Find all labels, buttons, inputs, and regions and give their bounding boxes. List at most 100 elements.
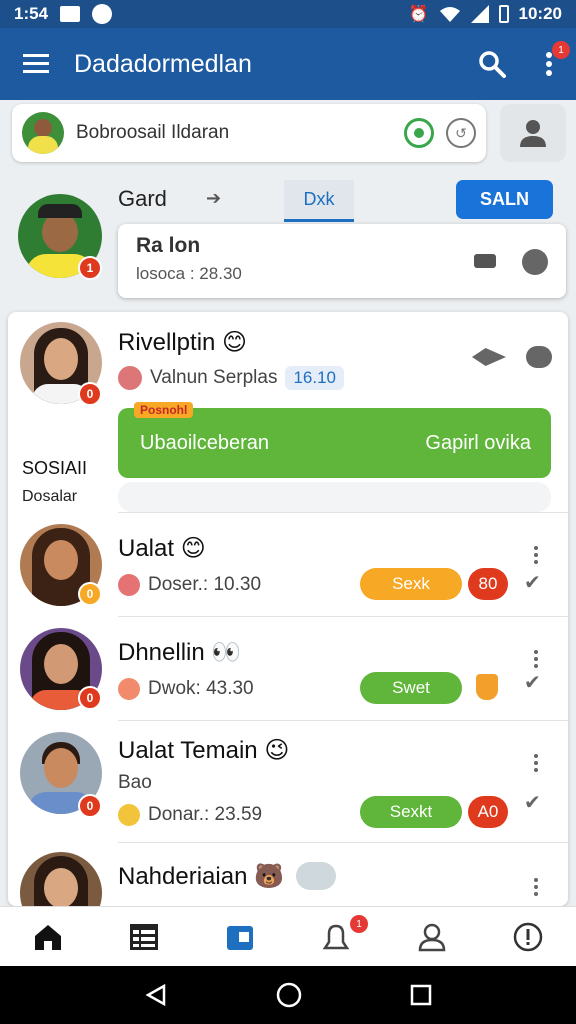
- menu-button[interactable]: [0, 28, 74, 100]
- pill-text: Sexkt: [389, 802, 433, 821]
- search-button[interactable]: [462, 28, 522, 100]
- list-item-name[interactable]: Rivellptin 😊: [118, 328, 247, 357]
- list-item-subtitle: Dwok: 43.30: [118, 678, 254, 700]
- nav-home[interactable]: [0, 907, 96, 966]
- reply-input[interactable]: [118, 482, 551, 512]
- check-icon: ✔: [524, 792, 541, 814]
- recents-icon[interactable]: [410, 984, 432, 1006]
- item-more-button[interactable]: [526, 546, 546, 564]
- summary-card[interactable]: Ra lon losoca : 28.30: [118, 224, 566, 298]
- summary-subtitle: losoca : 28.30: [136, 264, 242, 283]
- system-navigation-bar: [0, 966, 576, 1024]
- banner-right-text: Gapirl ovika: [425, 432, 531, 454]
- status-time-right: 10:20: [518, 4, 562, 23]
- save-button[interactable]: SALN: [456, 180, 553, 219]
- nav-notifications[interactable]: 1: [288, 907, 384, 966]
- side-subtitle: Dosalar: [22, 488, 78, 505]
- avatar-badge: 0: [78, 582, 102, 606]
- avatar-badge: 0: [78, 686, 102, 710]
- list-item-subtitle: Doser.: 10.30: [118, 574, 261, 596]
- list-item-name[interactable]: Ualat 😊: [118, 534, 206, 563]
- location-icon: [118, 366, 142, 390]
- trophy-icon: [476, 674, 498, 700]
- list-item-subtitle: Valnun Serplas 16.10: [118, 366, 344, 390]
- compass-icon[interactable]: [522, 249, 548, 275]
- avatar-badge: 1: [78, 256, 102, 280]
- info-icon: [513, 922, 543, 951]
- nav-info[interactable]: [480, 907, 576, 966]
- profile-search-bar[interactable]: Bobroosail Ildaran ↺: [12, 104, 486, 162]
- item-name-text: Nahderiaian: [118, 863, 248, 890]
- notification-badge: 1: [552, 41, 570, 59]
- divider: [118, 720, 568, 721]
- status-pill[interactable]: Swet: [360, 672, 462, 704]
- status-pill[interactable]: Sexkt: [360, 796, 462, 828]
- more-vert-icon: [546, 52, 552, 76]
- bear-emoji-icon: 🐻: [254, 863, 284, 890]
- divider: [118, 842, 568, 843]
- subtitle-text: Donar.: 23.59: [148, 804, 263, 825]
- item-more-button[interactable]: [526, 754, 546, 772]
- table-icon: [130, 923, 158, 950]
- avatar: [20, 852, 102, 906]
- card-name: Gard: [118, 186, 167, 211]
- notifications-badge: 1: [350, 915, 368, 933]
- signal-icon: [470, 5, 489, 23]
- item-name-text: Rivellptin: [118, 329, 216, 356]
- chevron-right-icon[interactable]: ➔: [206, 188, 221, 209]
- account-button[interactable]: [500, 104, 566, 162]
- nav-wallet[interactable]: [192, 907, 288, 966]
- chat-icon[interactable]: [526, 346, 552, 368]
- nav-profile[interactable]: [384, 907, 480, 966]
- smile-emoji-icon: 😊: [180, 535, 206, 562]
- home-circle-icon[interactable]: [276, 982, 302, 1008]
- overflow-menu-button[interactable]: 1: [522, 28, 576, 100]
- check-icon: ✔: [524, 572, 541, 594]
- list-item-name[interactable]: Dhnellin 👀: [118, 638, 241, 667]
- divider: [118, 616, 568, 617]
- back-icon[interactable]: [144, 983, 168, 1007]
- pill-text: Swet: [392, 678, 430, 697]
- banner-left-text: Ubaoilceberan: [140, 432, 269, 454]
- star-icon[interactable]: [472, 348, 506, 366]
- list-item-name[interactable]: Ualat Temain 😉: [118, 736, 289, 765]
- status-ok-icon[interactable]: [404, 118, 434, 148]
- person-outline-icon: [418, 923, 446, 951]
- subtitle-text: Doser.: 10.30: [148, 574, 262, 595]
- list-item-subtitle: Donar.: 23.59: [118, 804, 262, 826]
- item-more-button[interactable]: [526, 878, 546, 896]
- count-badge: 80: [468, 568, 508, 600]
- nav-list[interactable]: [96, 907, 192, 966]
- item-name-text: Ualat Temain: [118, 737, 258, 764]
- status-time-left: 1:54: [14, 4, 49, 23]
- app-bar: Dadadormedlan 1: [0, 28, 576, 100]
- play-icon[interactable]: [296, 862, 336, 890]
- bell-icon: [322, 924, 350, 949]
- divider: [118, 512, 568, 513]
- share-icon[interactable]: ↺: [446, 118, 476, 148]
- wink-emoji-icon: 😉: [264, 737, 290, 764]
- check-icon: ✔: [524, 672, 541, 694]
- avatar-badge: 0: [78, 382, 102, 406]
- banner-tag: Posnohl: [134, 402, 194, 418]
- tab-dxk[interactable]: Dxk: [284, 180, 354, 222]
- subtitle-text: Valnun Serplas: [150, 367, 278, 388]
- video-icon[interactable]: [474, 254, 496, 268]
- item-more-button[interactable]: [526, 650, 546, 668]
- home-icon: [35, 924, 61, 950]
- status-bar: 1:54 ⏰ 10:20: [0, 0, 576, 28]
- green-banner[interactable]: Posnohl Ubaoilceberan Gapirl ovika: [118, 402, 551, 478]
- emoji-icon: [118, 804, 140, 826]
- list-item-name[interactable]: Nahderiaian 🐻: [118, 862, 284, 891]
- sync-icon: [92, 4, 113, 24]
- status-pill[interactable]: Sexk: [360, 568, 462, 600]
- pill-text: Sexk: [392, 574, 430, 593]
- hamburger-icon: [23, 54, 49, 73]
- person-icon: [520, 120, 546, 147]
- eyes-emoji-icon: 👀: [211, 639, 242, 666]
- app-title: Dadadormedlan: [74, 49, 252, 78]
- profile-avatar: [22, 112, 64, 154]
- time-tag: 16.10: [285, 366, 344, 390]
- avatar-badge: 0: [78, 794, 102, 818]
- wifi-icon: [439, 7, 460, 22]
